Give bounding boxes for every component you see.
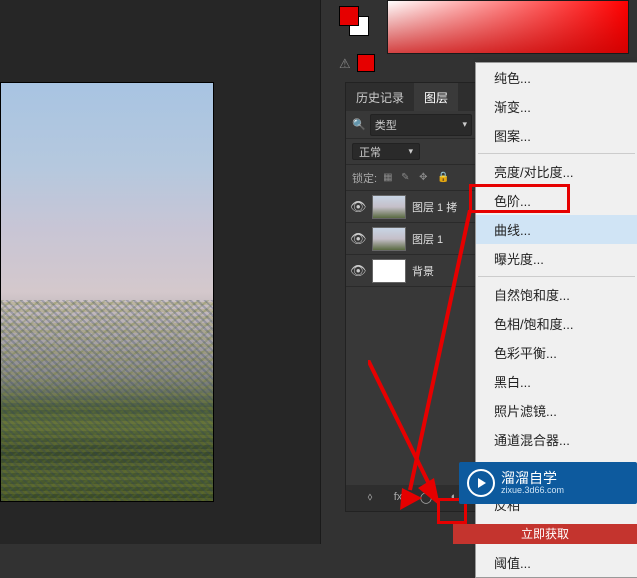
layers-panel: 历史记录 图层 🔍 类型 正常 锁定: ▦ ✎ ✥ 🔒 👁 图层 1 拷 👁 bbox=[345, 82, 479, 512]
layer-row[interactable]: 👁 背景 bbox=[346, 255, 478, 287]
layer-row[interactable]: 👁 图层 1 拷 bbox=[346, 191, 478, 223]
link-icon[interactable]: ⬨ bbox=[363, 491, 377, 505]
watermark-title: 溜溜自学 bbox=[501, 471, 564, 485]
layer-name-label[interactable]: 图层 1 拷 bbox=[412, 199, 474, 215]
watermark-badge: 溜溜自学 zixue.3d66.com bbox=[459, 462, 637, 504]
layer-filter-row: 🔍 类型 bbox=[346, 111, 478, 139]
menu-channel-mixer[interactable]: 通道混合器... bbox=[476, 425, 637, 454]
lock-label: 锁定: bbox=[352, 170, 377, 186]
menu-threshold[interactable]: 阈值... bbox=[476, 548, 637, 577]
tab-layers[interactable]: 图层 bbox=[414, 83, 458, 111]
document-preview[interactable] bbox=[0, 82, 214, 502]
menu-levels[interactable]: 色阶... bbox=[476, 186, 637, 215]
menu-color-balance[interactable]: 色彩平衡... bbox=[476, 338, 637, 367]
search-icon[interactable]: 🔍 bbox=[352, 118, 366, 131]
canvas-area bbox=[0, 0, 320, 544]
menu-divider bbox=[478, 276, 635, 277]
blend-mode-dropdown[interactable]: 正常 bbox=[352, 143, 420, 160]
blend-mode-row: 正常 bbox=[346, 139, 478, 165]
tab-history[interactable]: 历史记录 bbox=[346, 83, 414, 111]
visibility-icon[interactable]: 👁 bbox=[350, 199, 366, 215]
bottom-cta-button[interactable]: 立即获取 bbox=[453, 524, 637, 544]
fx-icon[interactable]: fx bbox=[391, 491, 405, 505]
lock-position-icon[interactable]: ✥ bbox=[419, 172, 431, 184]
visibility-icon[interactable]: 👁 bbox=[350, 263, 366, 279]
color-spectrum[interactable] bbox=[387, 0, 629, 54]
lock-all-icon[interactable]: 🔒 bbox=[437, 172, 449, 184]
visibility-icon[interactable]: 👁 bbox=[350, 231, 366, 247]
lock-row: 锁定: ▦ ✎ ✥ 🔒 bbox=[346, 165, 478, 191]
panel-tabs: 历史记录 图层 bbox=[346, 83, 478, 111]
lock-transparency-icon[interactable]: ▦ bbox=[383, 172, 395, 184]
watermark-url: zixue.3d66.com bbox=[501, 485, 564, 495]
filter-type-dropdown[interactable]: 类型 bbox=[370, 114, 472, 136]
lock-pixels-icon[interactable]: ✎ bbox=[401, 172, 413, 184]
menu-photo-filter[interactable]: 照片滤镜... bbox=[476, 396, 637, 425]
mask-icon[interactable]: ◯ bbox=[419, 491, 433, 505]
menu-hue-saturation[interactable]: 色相/饱和度... bbox=[476, 309, 637, 338]
play-icon bbox=[467, 469, 495, 497]
layer-name-label[interactable]: 背景 bbox=[412, 263, 474, 279]
fg-bg-swatch[interactable] bbox=[339, 6, 369, 36]
layer-thumbnail[interactable] bbox=[372, 259, 406, 283]
menu-vibrance[interactable]: 自然饱和度... bbox=[476, 280, 637, 309]
menu-solid-color[interactable]: 纯色... bbox=[476, 63, 637, 92]
layer-row[interactable]: 👁 图层 1 bbox=[346, 223, 478, 255]
layer-name-label[interactable]: 图层 1 bbox=[412, 231, 474, 247]
gamut-warning-icon[interactable]: ⚠ bbox=[339, 56, 351, 72]
menu-curves[interactable]: 曲线... bbox=[476, 215, 637, 244]
menu-exposure[interactable]: 曝光度... bbox=[476, 244, 637, 273]
menu-divider bbox=[478, 153, 635, 154]
layer-thumbnail[interactable] bbox=[372, 227, 406, 251]
menu-brightness-contrast[interactable]: 亮度/对比度... bbox=[476, 157, 637, 186]
fg-color-swatch[interactable] bbox=[339, 6, 359, 26]
layer-thumbnail[interactable] bbox=[372, 195, 406, 219]
current-color-swatch[interactable] bbox=[357, 54, 375, 72]
menu-gradient[interactable]: 渐变... bbox=[476, 92, 637, 121]
menu-pattern[interactable]: 图案... bbox=[476, 121, 637, 150]
menu-black-white[interactable]: 黑白... bbox=[476, 367, 637, 396]
